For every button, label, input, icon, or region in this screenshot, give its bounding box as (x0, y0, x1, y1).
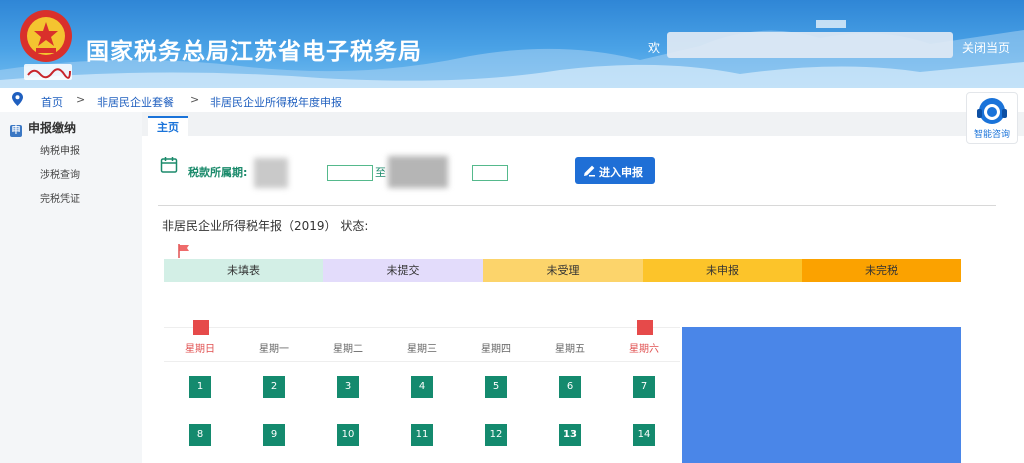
weekday-tuesday: 星期二 (333, 344, 363, 355)
calendar-day[interactable]: 2 (263, 376, 285, 398)
calendar-day[interactable]: 6 (559, 376, 581, 398)
weekend-marker-sunday (193, 320, 209, 335)
status-title: 非居民企业所得税年报（2019） 状态: (162, 219, 369, 233)
breadcrumb-package[interactable]: 非居民企业套餐 (97, 94, 174, 110)
status-step-unpaid: 未完税 (802, 259, 961, 282)
smart-consult-button[interactable]: 智能咨询 (966, 92, 1018, 144)
period-to-label: 至 (375, 166, 386, 179)
sidebar-item-tax-declaration[interactable]: 纳税申报 (40, 142, 80, 157)
tab-bar: 主页 (142, 112, 1024, 136)
sidebar-title-label: 申报缴纳 (28, 121, 77, 135)
sidebar-item-tax-certificate[interactable]: 完税凭证 (40, 190, 80, 205)
calendar-day[interactable]: 1 (189, 376, 211, 398)
weekday-sunday: 星期日 (185, 344, 215, 355)
breadcrumb-separator: > (76, 93, 86, 106)
breadcrumb: 首页 > 非居民企业套餐 > 非居民企业所得税年度申报 (0, 88, 1024, 112)
period-end-input[interactable] (472, 165, 508, 181)
weekday-saturday: 星期六 (629, 344, 659, 355)
calendar-day-today[interactable]: 13 (559, 424, 581, 446)
redacted-value (254, 158, 288, 188)
smart-consult-label: 智能咨询 (973, 130, 1010, 140)
info-panel (682, 327, 961, 463)
calendar-day[interactable]: 3 (337, 376, 359, 398)
close-page-link[interactable]: 关闭当页 (962, 39, 1010, 56)
calendar-day[interactable]: 10 (337, 424, 359, 446)
enter-declaration-label: 进入申报 (599, 166, 643, 179)
flag-icon (178, 244, 189, 258)
tab-home[interactable]: 主页 (148, 116, 188, 136)
status-step-unfilled: 未填表 (164, 259, 323, 282)
tax-period-label: 税款所属期: (188, 166, 248, 179)
user-name-redacted (667, 32, 953, 58)
calendar-icon (160, 157, 178, 173)
weekday-friday: 星期五 (555, 344, 585, 355)
calendar-day[interactable]: 14 (633, 424, 655, 446)
divider (158, 205, 996, 206)
weekday-thursday: 星期四 (481, 344, 511, 355)
declare-icon: 申 (10, 125, 22, 137)
edit-pencil-icon (584, 165, 595, 177)
sidebar: 申申报缴纳 纳税申报 涉税查询 完税凭证 (0, 112, 142, 463)
status-step-undeclared: 未申报 (643, 259, 802, 282)
calendar-day[interactable]: 12 (485, 424, 507, 446)
calendar-day[interactable]: 9 (263, 424, 285, 446)
redacted-value (388, 156, 448, 188)
weekday-monday: 星期一 (259, 344, 289, 355)
calendar-header-line (164, 327, 680, 328)
calendar-day[interactable]: 7 (633, 376, 655, 398)
welcome-text: 欢 (648, 41, 661, 55)
site-header: 国家税务总局江苏省电子税务局 欢 关闭当页 (0, 0, 1024, 88)
calendar-day[interactable]: 8 (189, 424, 211, 446)
period-start-input[interactable] (327, 165, 373, 181)
calendar-day[interactable]: 4 (411, 376, 433, 398)
status-step-unaccepted: 未受理 (483, 259, 643, 282)
calendar-day[interactable]: 11 (411, 424, 433, 446)
calendar-day[interactable]: 5 (485, 376, 507, 398)
site-title: 国家税务总局江苏省电子税务局 (86, 39, 422, 65)
breadcrumb-separator: > (190, 93, 200, 106)
weekday-wednesday: 星期三 (407, 344, 437, 355)
status-step-unsubmitted: 未提交 (323, 259, 483, 282)
breadcrumb-home[interactable]: 首页 (41, 94, 63, 110)
enter-declaration-button[interactable]: 进入申报 (575, 157, 655, 184)
weekend-marker-saturday (637, 320, 653, 335)
location-pin-icon (12, 92, 23, 106)
sidebar-item-tax-query[interactable]: 涉税查询 (40, 166, 80, 181)
sidebar-title: 申申报缴纳 (10, 119, 76, 137)
calendar-header-line (164, 361, 680, 362)
status-progress-bar: 未填表 未提交 未受理 未申报 未完税 (164, 259, 961, 282)
headset-agent-icon (977, 98, 1007, 124)
breadcrumb-current[interactable]: 非居民企业所得税年度申报 (210, 94, 342, 110)
national-emblem-icon (20, 10, 72, 62)
emblem-caption-logo (24, 64, 72, 80)
